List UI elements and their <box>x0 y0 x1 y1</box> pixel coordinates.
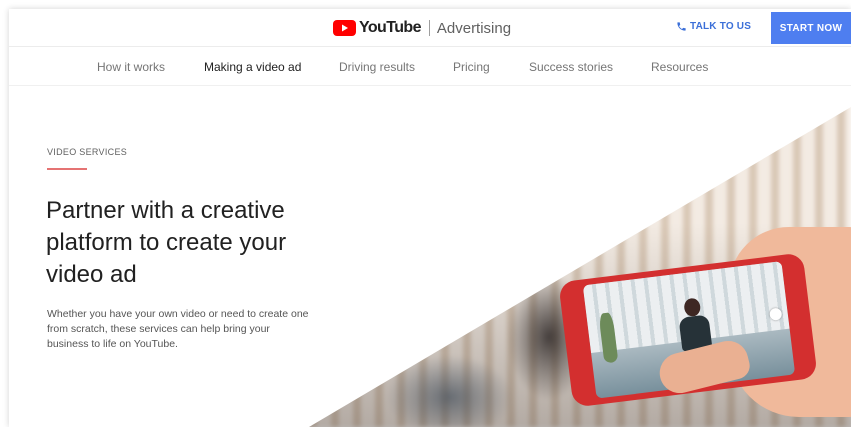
description-line: Whether you have your own video or need … <box>47 308 309 320</box>
nav-item-making-a-video-ad[interactable]: Making a video ad <box>204 60 301 74</box>
phone-icon <box>677 22 686 31</box>
nav-item-resources[interactable]: Resources <box>651 60 708 74</box>
hero-section: VIDEO SERVICES Partner with a creative p… <box>9 87 851 427</box>
description-line: business to life on YouTube. <box>47 338 178 350</box>
headline-line: video ad <box>46 261 137 288</box>
description-line: from scratch, these services can help br… <box>47 323 270 335</box>
youtube-wordmark: YouTube <box>359 19 421 36</box>
brand-product: Advertising <box>436 19 512 37</box>
brand-divider <box>428 20 430 36</box>
brand[interactable]: YouTube Advertising <box>333 18 511 38</box>
talk-to-us-link[interactable]: TALK TO US <box>676 21 751 32</box>
eyebrow-underline <box>47 168 87 170</box>
main-nav: How it works Making a video ad Driving r… <box>9 48 851 86</box>
youtube-play-icon <box>333 20 356 36</box>
headline-line: Partner with a creative <box>46 197 285 224</box>
page-frame: YouTube Advertising TALK TO US START NOW… <box>9 9 851 427</box>
page-title: Partner with a creative platform to crea… <box>46 195 366 291</box>
start-now-button[interactable]: START NOW <box>771 12 851 44</box>
talk-to-us-label: TALK TO US <box>690 21 752 32</box>
headline-line: platform to create your <box>46 229 287 256</box>
nav-item-success-stories[interactable]: Success stories <box>529 60 613 74</box>
youtube-logo: YouTube <box>333 19 421 37</box>
nav-item-how-it-works[interactable]: How it works <box>97 60 165 74</box>
section-eyebrow: VIDEO SERVICES <box>47 147 128 157</box>
nav-item-driving-results[interactable]: Driving results <box>339 60 415 74</box>
top-bar: YouTube Advertising TALK TO US START NOW <box>9 9 851 47</box>
nav-item-pricing[interactable]: Pricing <box>453 60 490 74</box>
hero-description: Whether you have your own video or need … <box>47 307 347 352</box>
